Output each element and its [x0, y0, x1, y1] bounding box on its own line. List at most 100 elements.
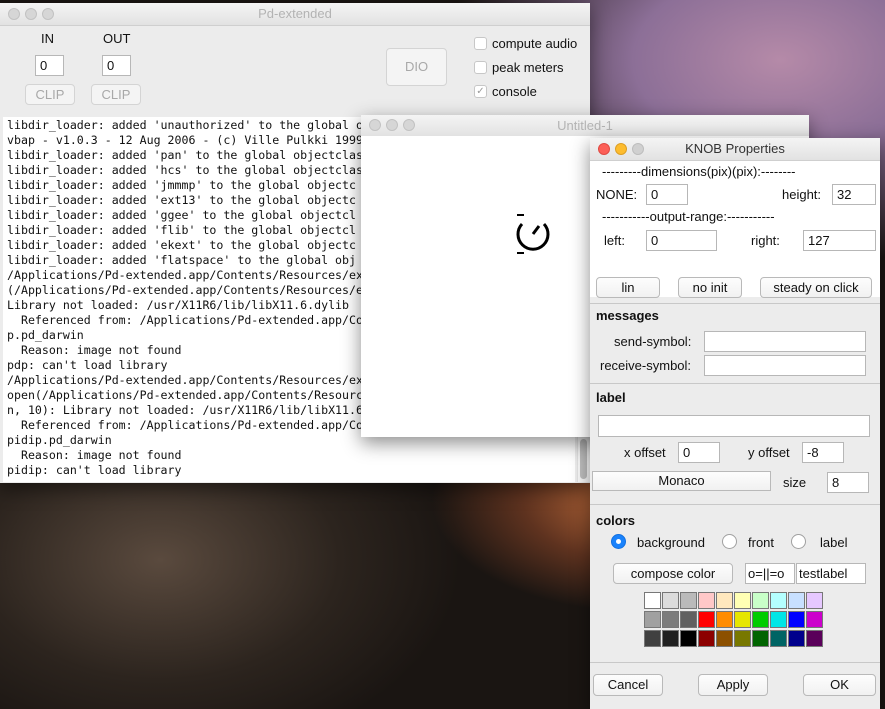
color-swatch[interactable] — [662, 630, 679, 647]
front-radio[interactable] — [722, 534, 737, 549]
zoom-button[interactable] — [403, 119, 415, 131]
color-swatch[interactable] — [680, 592, 697, 609]
color-swatch[interactable] — [698, 630, 715, 647]
color-swatch[interactable] — [788, 611, 805, 628]
compose-color-button[interactable]: compose color — [613, 563, 733, 584]
background-label: background — [637, 535, 705, 550]
send-symbol-field[interactable] — [704, 331, 866, 352]
no-init-button[interactable]: no init — [678, 277, 742, 298]
font-size-field[interactable]: 8 — [827, 472, 869, 493]
x-offset-label: x offset — [624, 445, 666, 460]
out-level-field[interactable]: 0 — [102, 55, 131, 76]
color-swatch[interactable] — [680, 611, 697, 628]
left-field[interactable]: 0 — [646, 230, 717, 251]
minimize-button[interactable] — [615, 143, 627, 155]
label-radio-label: label — [820, 535, 848, 550]
color-swatch[interactable] — [644, 630, 661, 647]
in-level-field[interactable]: 0 — [35, 55, 64, 76]
clip-out-button[interactable]: CLIP — [91, 84, 141, 105]
label-color-preview: testlabel — [796, 563, 866, 584]
front-label: front — [748, 535, 775, 550]
color-swatch[interactable] — [806, 611, 823, 628]
dio-button[interactable]: DIO — [386, 48, 447, 86]
color-swatch[interactable] — [716, 630, 733, 647]
y-offset-field[interactable]: -8 — [802, 442, 844, 463]
window-title: Untitled-1 — [557, 118, 613, 133]
cancel-button[interactable]: Cancel — [593, 674, 663, 696]
color-swatch[interactable] — [752, 611, 769, 628]
receive-symbol-label: receive-symbol: — [600, 358, 692, 373]
color-swatch[interactable] — [698, 611, 715, 628]
peak-meters-label: peak meters — [492, 60, 564, 75]
minimize-button[interactable] — [386, 119, 398, 131]
ok-button[interactable]: OK — [803, 674, 876, 696]
color-swatch[interactable] — [644, 592, 661, 609]
zoom-button[interactable] — [42, 8, 54, 20]
close-button[interactable] — [598, 143, 610, 155]
color-swatch[interactable] — [770, 630, 787, 647]
peak-meters-checkbox[interactable] — [474, 61, 487, 74]
background-radio[interactable] — [611, 534, 626, 549]
divider — [590, 504, 880, 505]
color-swatch[interactable] — [716, 592, 733, 609]
dimensions-header: ---------dimensions(pix)(pix):-------- — [602, 164, 796, 179]
none-label: NONE: — [596, 187, 638, 202]
divider — [590, 303, 880, 304]
apply-button[interactable]: Apply — [698, 674, 768, 696]
right-field[interactable]: 127 — [803, 230, 876, 251]
zoom-button[interactable] — [632, 143, 644, 155]
color-swatch[interactable] — [716, 611, 733, 628]
in-label: IN — [41, 31, 54, 46]
height-field[interactable]: 32 — [832, 184, 876, 205]
console-line: pidip: can't load library — [7, 463, 182, 477]
messages-heading: messages — [596, 308, 659, 323]
receive-symbol-field[interactable] — [704, 355, 866, 376]
color-swatch[interactable] — [734, 611, 751, 628]
label-text-field[interactable] — [598, 415, 870, 437]
divider — [590, 383, 880, 384]
color-swatch[interactable] — [698, 592, 715, 609]
color-swatch[interactable] — [806, 592, 823, 609]
lin-button[interactable]: lin — [596, 277, 660, 298]
color-swatch[interactable] — [662, 611, 679, 628]
font-button[interactable]: Monaco — [592, 471, 771, 491]
compute-audio-checkbox[interactable] — [474, 37, 487, 50]
height-label: height: — [782, 187, 822, 202]
console-line: Reason: image not found — [7, 448, 182, 462]
color-palette — [644, 592, 826, 650]
color-swatch[interactable] — [770, 592, 787, 609]
pd-titlebar: Pd-extended — [0, 3, 590, 26]
color-swatch[interactable] — [662, 592, 679, 609]
color-swatch[interactable] — [644, 611, 661, 628]
colors-heading: colors — [596, 513, 636, 528]
left-label: left: — [604, 233, 625, 248]
color-swatch[interactable] — [680, 630, 697, 647]
label-radio[interactable] — [791, 534, 806, 549]
color-swatch[interactable] — [770, 611, 787, 628]
color-swatch[interactable] — [788, 630, 805, 647]
clip-in-button[interactable]: CLIP — [25, 84, 75, 105]
color-swatch[interactable] — [752, 630, 769, 647]
y-offset-label: y offset — [748, 445, 790, 460]
none-field[interactable]: 0 — [646, 184, 688, 205]
color-swatch[interactable] — [734, 592, 751, 609]
knob-object[interactable] — [514, 214, 554, 258]
out-label: OUT — [103, 31, 131, 46]
color-swatch[interactable] — [806, 630, 823, 647]
x-offset-field[interactable]: 0 — [678, 442, 720, 463]
divider — [590, 662, 880, 663]
steady-on-click-button[interactable]: steady on click — [760, 277, 872, 298]
scrollbar-thumb[interactable] — [580, 439, 587, 479]
output-range-header: -----------output-range:----------- — [602, 209, 775, 224]
color-swatch[interactable] — [752, 592, 769, 609]
knob-color-preview: o=||=o — [745, 563, 795, 584]
console-checkbox[interactable]: ✓ — [474, 85, 487, 98]
color-swatch[interactable] — [788, 592, 805, 609]
color-swatch[interactable] — [734, 630, 751, 647]
close-button[interactable] — [369, 119, 381, 131]
minimize-button[interactable] — [25, 8, 37, 20]
patch-titlebar: Untitled-1 — [361, 115, 809, 137]
console-label: console — [492, 84, 537, 99]
send-symbol-label: send-symbol: — [614, 334, 692, 349]
close-button[interactable] — [8, 8, 20, 20]
